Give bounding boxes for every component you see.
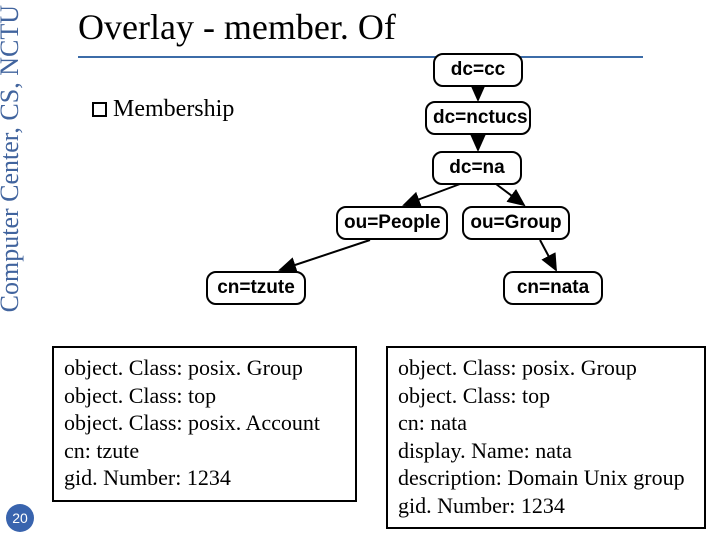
node-dc-nctucs: dc=nctucs bbox=[425, 101, 531, 135]
page-number-badge: 20 bbox=[6, 504, 34, 532]
node-dc-na: dc=na bbox=[432, 151, 522, 185]
node-dc-cc: dc=cc bbox=[433, 53, 523, 87]
ldif-box-right: object. Class: posix. Group object. Clas… bbox=[386, 346, 706, 529]
vertical-org-label: Computer Center, CS, NCTU bbox=[0, 5, 25, 312]
bullet-membership: Membership bbox=[92, 96, 234, 123]
title-rule bbox=[78, 56, 643, 58]
ldif-box-left: object. Class: posix. Group object. Clas… bbox=[52, 346, 357, 502]
node-ou-group: ou=Group bbox=[462, 206, 570, 240]
node-cn-tzute: cn=tzute bbox=[206, 271, 306, 305]
bullet-square-icon bbox=[92, 102, 107, 117]
node-ou-people: ou=People bbox=[336, 206, 448, 240]
bullet-text: Membership bbox=[113, 96, 234, 122]
slide-title: Overlay - member. Of bbox=[78, 6, 396, 48]
node-cn-nata: cn=nata bbox=[503, 271, 603, 305]
